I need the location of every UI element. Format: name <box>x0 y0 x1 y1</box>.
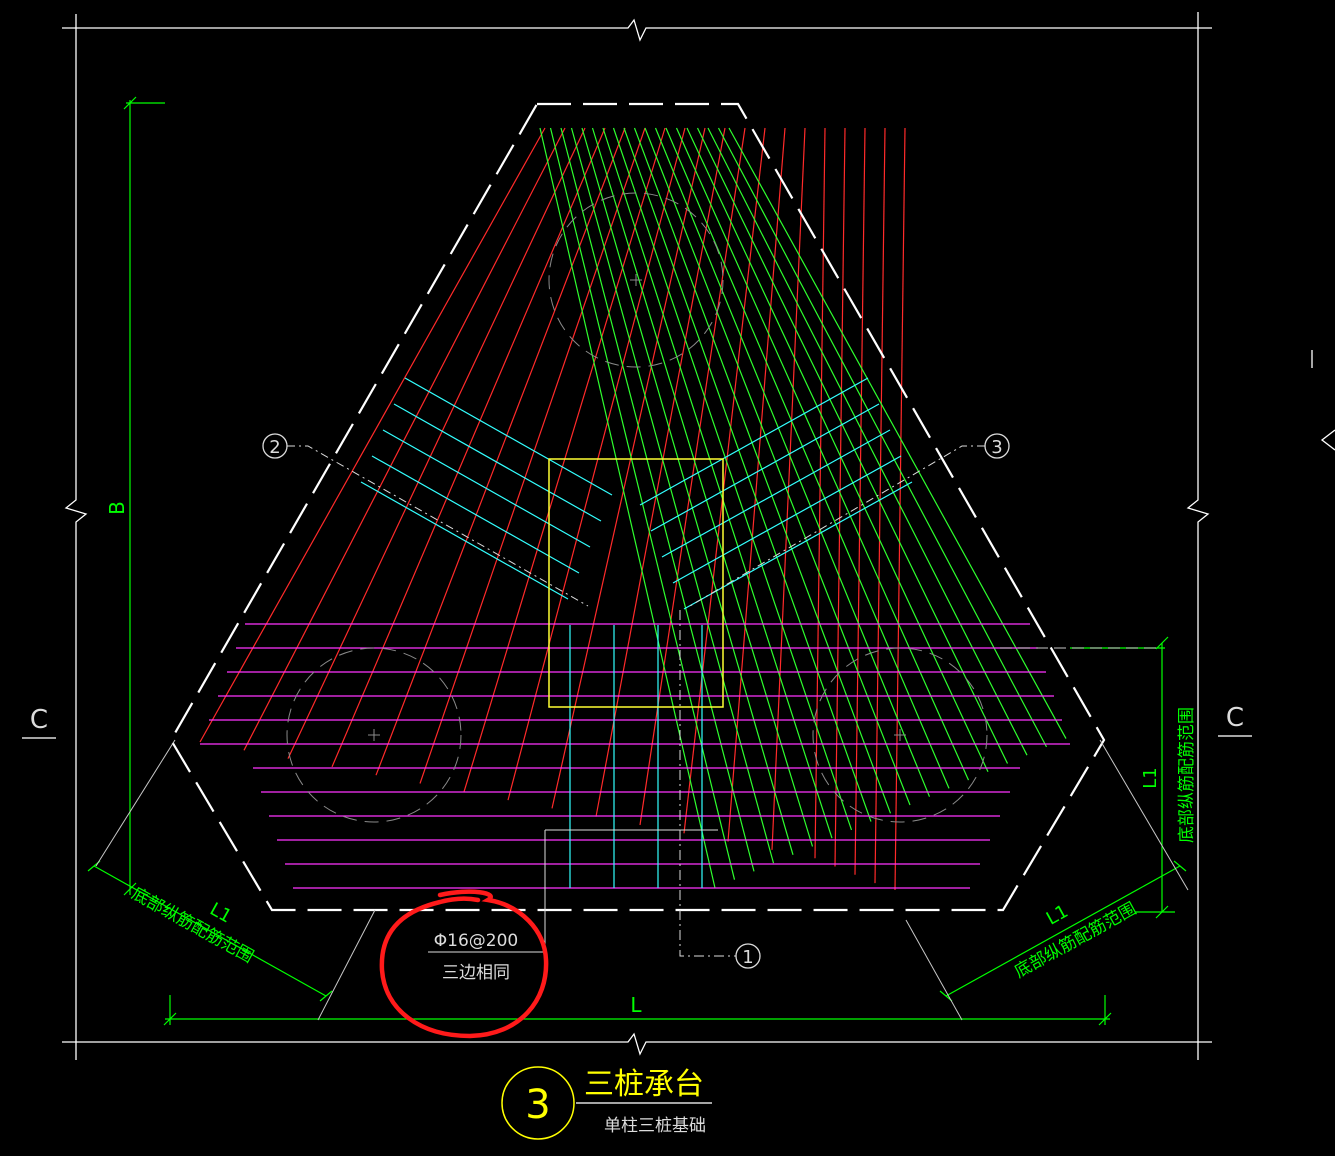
rebar-remark-text: 三边相同 <box>442 963 510 983</box>
rebar-red-bar <box>834 127 846 867</box>
dimension-label-l1-vertical: L1 <box>1140 767 1161 788</box>
rebar-set-magenta <box>200 623 1070 889</box>
dimension-label-l1-right: L1 <box>1043 901 1072 930</box>
section-label-right: C <box>1226 703 1244 733</box>
rebar-red-bar <box>243 127 566 751</box>
rebar-spec-text: Φ16@200 <box>434 931 518 951</box>
rebar-green-bar <box>665 127 950 789</box>
rebar-red-bar <box>331 127 606 768</box>
rebar-green-bar <box>570 127 775 864</box>
section-marker-left: C <box>22 705 56 739</box>
drawing-subtitle: 单柱三桩基础 <box>604 1116 706 1136</box>
rebar-cyan-bar <box>672 455 902 584</box>
range-note-left: 底部纵筋配筋范围 <box>128 884 257 967</box>
rebar-green-bar <box>728 127 1067 739</box>
dimension-lines <box>87 96 1187 1026</box>
rebar-red-bar <box>199 127 546 743</box>
rebar-set-red <box>199 127 906 891</box>
cad-drawing-canvas[interactable]: 2 3 1 B L L1 L1 L1 底部纵筋配筋范围 底部纵筋配筋范围 底部纵… <box>0 0 1335 1152</box>
rebar-green-bar <box>696 127 1009 764</box>
range-note-vertical: 底部纵筋配筋范围 <box>1177 707 1197 843</box>
callout-label-2: 2 <box>269 437 280 458</box>
rebar-red-bar <box>375 127 626 776</box>
rebar-cyan-bar <box>404 377 613 496</box>
rebar-red-bar <box>419 127 646 784</box>
rebar-red-bar <box>874 127 886 884</box>
rebar-red-bar <box>854 127 866 875</box>
pile-cap-outline <box>169 102 1106 912</box>
section-label-left: C <box>30 705 48 735</box>
pile-centers <box>368 274 906 741</box>
rebar-green-bar <box>633 127 892 814</box>
title-block: 3 三桩承台 单柱三桩基础 <box>501 1066 712 1140</box>
rebar-set-green <box>539 127 1067 889</box>
rebar-set-cyan <box>360 377 913 888</box>
rebar-cyan-bar <box>393 403 602 522</box>
drawing-title: 三桩承台 <box>584 1067 704 1102</box>
dimension-label-l: L <box>630 993 642 1017</box>
rebar-red-bar <box>287 127 586 759</box>
rebar-red-bar <box>894 127 906 891</box>
section-marker-right: C <box>1218 703 1252 737</box>
title-number: 3 <box>525 1082 550 1128</box>
callout-label-1: 1 <box>742 947 753 968</box>
rebar-green-bar <box>623 127 872 822</box>
rebar-cyan-bar <box>360 481 569 600</box>
rebar-cyan-bar <box>382 429 591 548</box>
dimension-label-b: B <box>105 501 129 515</box>
rebar-green-bar <box>675 127 970 781</box>
range-note-right: 底部纵筋配筋范围 <box>1011 899 1140 982</box>
callout-label-3: 3 <box>991 437 1002 458</box>
rebar-green-bar <box>644 127 911 806</box>
rebar-cyan-bar <box>650 403 880 532</box>
